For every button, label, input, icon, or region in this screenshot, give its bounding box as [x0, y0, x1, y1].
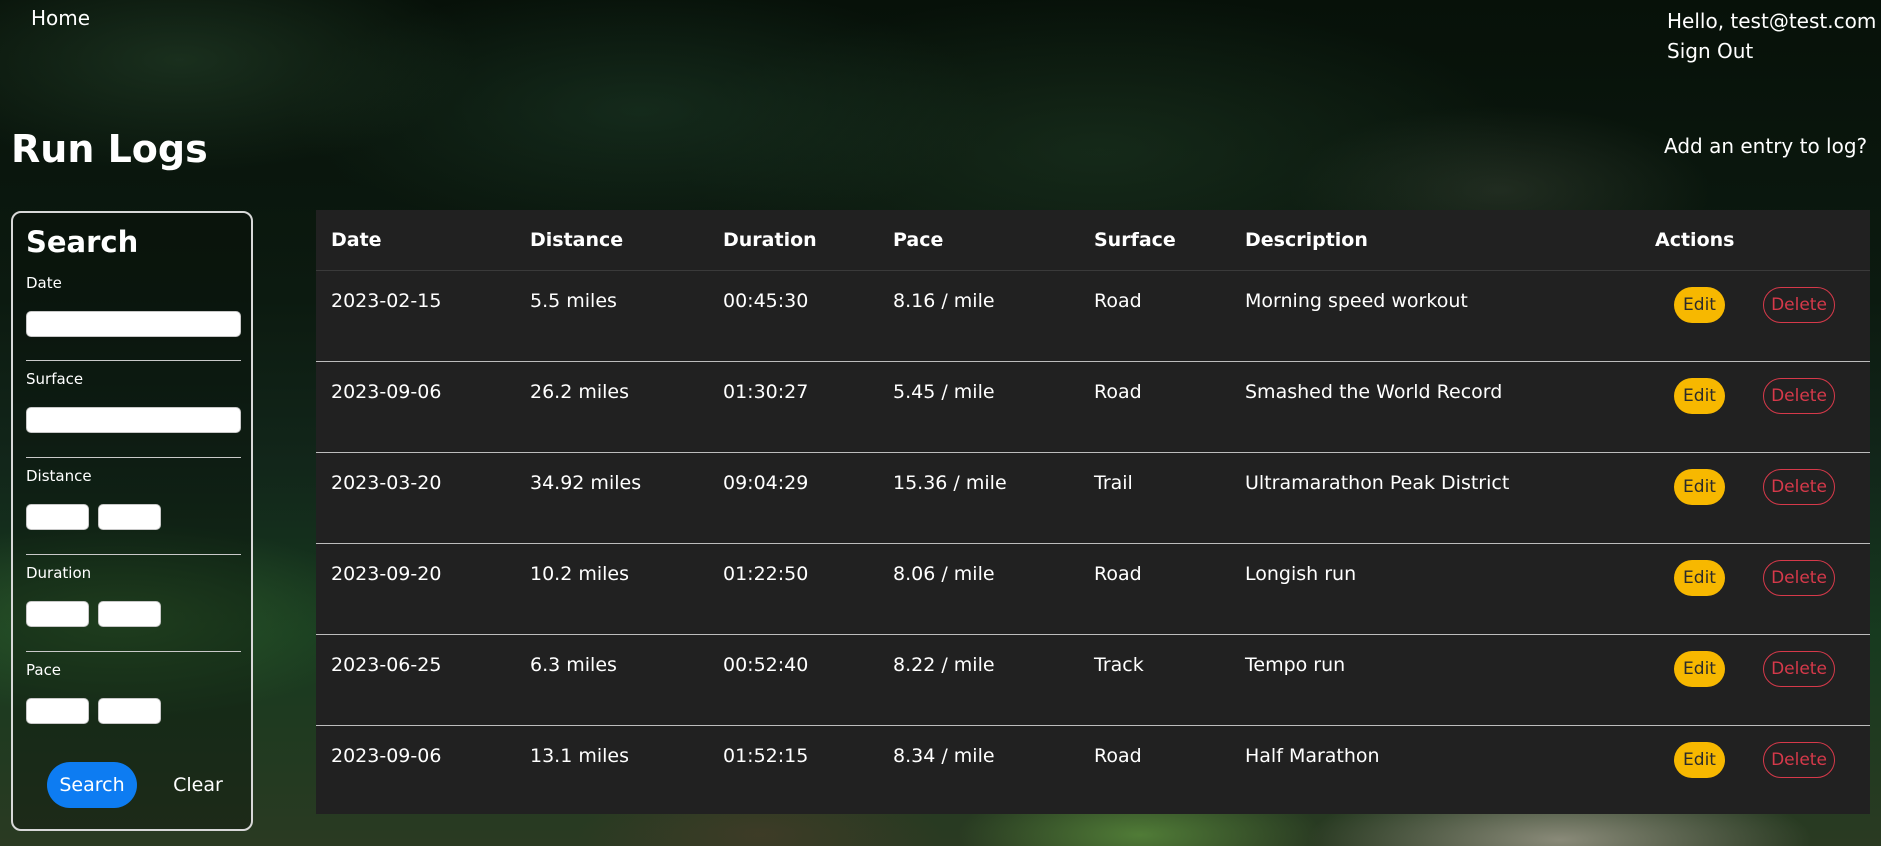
table-header-row: Date Distance Duration Pace Surface Desc… — [316, 210, 1870, 271]
cell-duration: 01:30:27 — [723, 381, 809, 403]
column-header-actions: Actions — [1655, 229, 1735, 251]
cell-surface: Road — [1094, 381, 1142, 403]
delete-button[interactable]: Delete — [1763, 560, 1835, 596]
cell-description: Half Marathon — [1245, 745, 1380, 767]
column-header-description: Description — [1245, 229, 1368, 251]
cell-description: Ultramarathon Peak District — [1245, 472, 1510, 494]
table-row: 2023-03-20 34.92 miles 09:04:29 15.36 / … — [316, 453, 1870, 544]
cell-pace: 8.06 / mile — [893, 563, 995, 585]
user-greeting: Hello, test@test.com — [1667, 9, 1877, 33]
cell-distance: 5.5 miles — [530, 290, 617, 312]
cell-date: 2023-02-15 — [331, 290, 442, 312]
cell-distance: 34.92 miles — [530, 472, 642, 494]
edit-button[interactable]: Edit — [1674, 560, 1725, 596]
sign-out-link[interactable]: Sign Out — [1667, 36, 1876, 66]
column-header-date: Date — [331, 229, 382, 251]
cell-description: Tempo run — [1245, 654, 1346, 676]
cell-pace: 15.36 / mile — [893, 472, 1007, 494]
cell-duration: 09:04:29 — [723, 472, 809, 494]
distance-min-input[interactable] — [26, 504, 89, 530]
delete-button[interactable]: Delete — [1763, 378, 1835, 414]
cell-date: 2023-03-20 — [331, 472, 442, 494]
cell-pace: 8.16 / mile — [893, 290, 995, 312]
page-title: Run Logs — [11, 127, 208, 171]
search-title: Search — [26, 225, 139, 259]
delete-button[interactable]: Delete — [1763, 742, 1835, 778]
cell-pace: 8.22 / mile — [893, 654, 995, 676]
table-row: 2023-09-20 10.2 miles 01:22:50 8.06 / mi… — [316, 544, 1870, 635]
duration-min-input[interactable] — [26, 601, 89, 627]
table-row: 2023-09-06 13.1 miles 01:52:15 8.34 / mi… — [316, 726, 1870, 817]
add-entry-link[interactable]: Add an entry to log? — [1664, 134, 1867, 158]
duration-label: Duration — [26, 564, 92, 582]
table-row: 2023-09-06 26.2 miles 01:30:27 5.45 / mi… — [316, 362, 1870, 453]
clear-button[interactable]: Clear — [163, 762, 233, 808]
cell-duration: 00:45:30 — [723, 290, 809, 312]
edit-button[interactable]: Edit — [1674, 651, 1725, 687]
divider — [26, 360, 241, 361]
cell-duration: 01:22:50 — [723, 563, 809, 585]
run-log-table: Date Distance Duration Pace Surface Desc… — [316, 210, 1870, 814]
distance-label: Distance — [26, 467, 92, 485]
surface-label: Surface — [26, 370, 84, 388]
cell-surface: Road — [1094, 745, 1142, 767]
divider — [26, 554, 241, 555]
cell-distance: 10.2 miles — [530, 563, 629, 585]
divider — [26, 457, 241, 458]
cell-date: 2023-09-20 — [331, 563, 442, 585]
edit-button[interactable]: Edit — [1674, 287, 1725, 323]
search-panel: Search Date Surface Distance Duration Pa… — [11, 211, 253, 831]
cell-pace: 5.45 / mile — [893, 381, 995, 403]
user-menu: Hello, test@test.com Sign Out — [1667, 6, 1876, 66]
edit-button[interactable]: Edit — [1674, 378, 1725, 414]
duration-max-input[interactable] — [98, 601, 161, 627]
search-button[interactable]: Search — [47, 762, 137, 808]
cell-surface: Road — [1094, 290, 1142, 312]
cell-description: Morning speed workout — [1245, 290, 1468, 312]
pace-min-input[interactable] — [26, 698, 89, 724]
cell-distance: 26.2 miles — [530, 381, 629, 403]
column-header-duration: Duration — [723, 229, 817, 251]
date-input[interactable] — [26, 311, 241, 337]
cell-surface: Road — [1094, 563, 1142, 585]
table-row: 2023-06-25 6.3 miles 00:52:40 8.22 / mil… — [316, 635, 1870, 726]
cell-distance: 13.1 miles — [530, 745, 629, 767]
date-label: Date — [26, 274, 62, 292]
distance-max-input[interactable] — [98, 504, 161, 530]
cell-surface: Track — [1094, 654, 1144, 676]
column-header-distance: Distance — [530, 229, 624, 251]
cell-pace: 8.34 / mile — [893, 745, 995, 767]
edit-button[interactable]: Edit — [1674, 469, 1725, 505]
cell-distance: 6.3 miles — [530, 654, 617, 676]
delete-button[interactable]: Delete — [1763, 651, 1835, 687]
cell-description: Smashed the World Record — [1245, 381, 1503, 403]
cell-duration: 00:52:40 — [723, 654, 809, 676]
delete-button[interactable]: Delete — [1763, 287, 1835, 323]
pace-label: Pace — [26, 661, 62, 679]
column-header-pace: Pace — [893, 229, 944, 251]
nav-home-link[interactable]: Home — [31, 6, 90, 30]
pace-max-input[interactable] — [98, 698, 161, 724]
cell-date: 2023-09-06 — [331, 745, 442, 767]
cell-date: 2023-06-25 — [331, 654, 442, 676]
surface-input[interactable] — [26, 407, 241, 433]
divider — [26, 651, 241, 652]
cell-date: 2023-09-06 — [331, 381, 442, 403]
cell-description: Longish run — [1245, 563, 1357, 585]
delete-button[interactable]: Delete — [1763, 469, 1835, 505]
table-row: 2023-02-15 5.5 miles 00:45:30 8.16 / mil… — [316, 271, 1870, 362]
cell-surface: Trail — [1094, 472, 1133, 494]
cell-duration: 01:52:15 — [723, 745, 809, 767]
edit-button[interactable]: Edit — [1674, 742, 1725, 778]
column-header-surface: Surface — [1094, 229, 1176, 251]
